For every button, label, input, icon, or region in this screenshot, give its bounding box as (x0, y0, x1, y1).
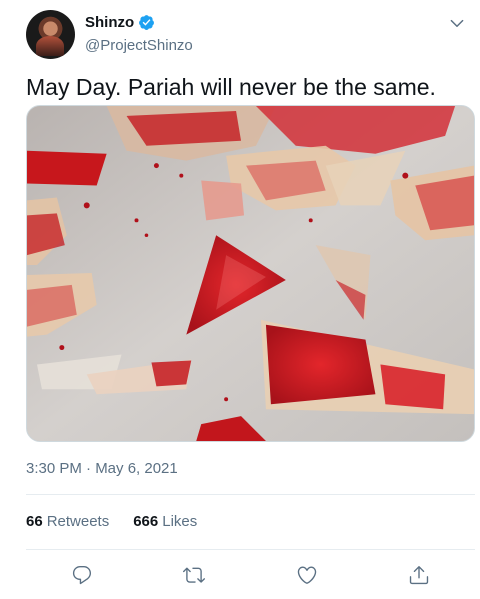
verified-badge-icon (139, 15, 155, 30)
avatar[interactable] (26, 10, 75, 59)
divider (26, 549, 475, 550)
chevron-down-icon[interactable] (448, 14, 466, 32)
retweets-stat[interactable]: 66 Retweets (26, 513, 109, 530)
user-handle[interactable]: @ProjectShinzo (85, 37, 193, 54)
tweet-timestamp[interactable]: 3:30 PM · May 6, 2021 (26, 460, 178, 477)
likes-label: Likes (162, 513, 198, 530)
broken-glass-candy-image (27, 106, 474, 441)
like-button[interactable] (295, 563, 319, 587)
display-name[interactable]: Shinzo (85, 14, 134, 31)
reply-icon (73, 566, 92, 585)
reply-button[interactable] (70, 563, 94, 587)
tweet-actions (26, 560, 475, 590)
heart-icon (297, 566, 316, 584)
share-icon (409, 566, 429, 585)
tweet-stats: 66 Retweets 666 Likes (26, 513, 197, 530)
tweet-header: Shinzo @ProjectShinzo (26, 10, 470, 62)
tweet-image[interactable] (26, 105, 475, 442)
share-button[interactable] (407, 563, 431, 587)
retweet-button[interactable] (182, 563, 206, 587)
retweet-icon (183, 567, 206, 583)
tweet-text: May Day. Pariah will never be the same. (26, 74, 436, 100)
retweets-label: Retweets (46, 513, 110, 530)
likes-count: 666 (133, 513, 159, 530)
name-row: Shinzo (85, 14, 155, 31)
retweets-count: 66 (26, 513, 43, 530)
divider (26, 494, 475, 495)
likes-stat[interactable]: 666 Likes (133, 513, 197, 530)
